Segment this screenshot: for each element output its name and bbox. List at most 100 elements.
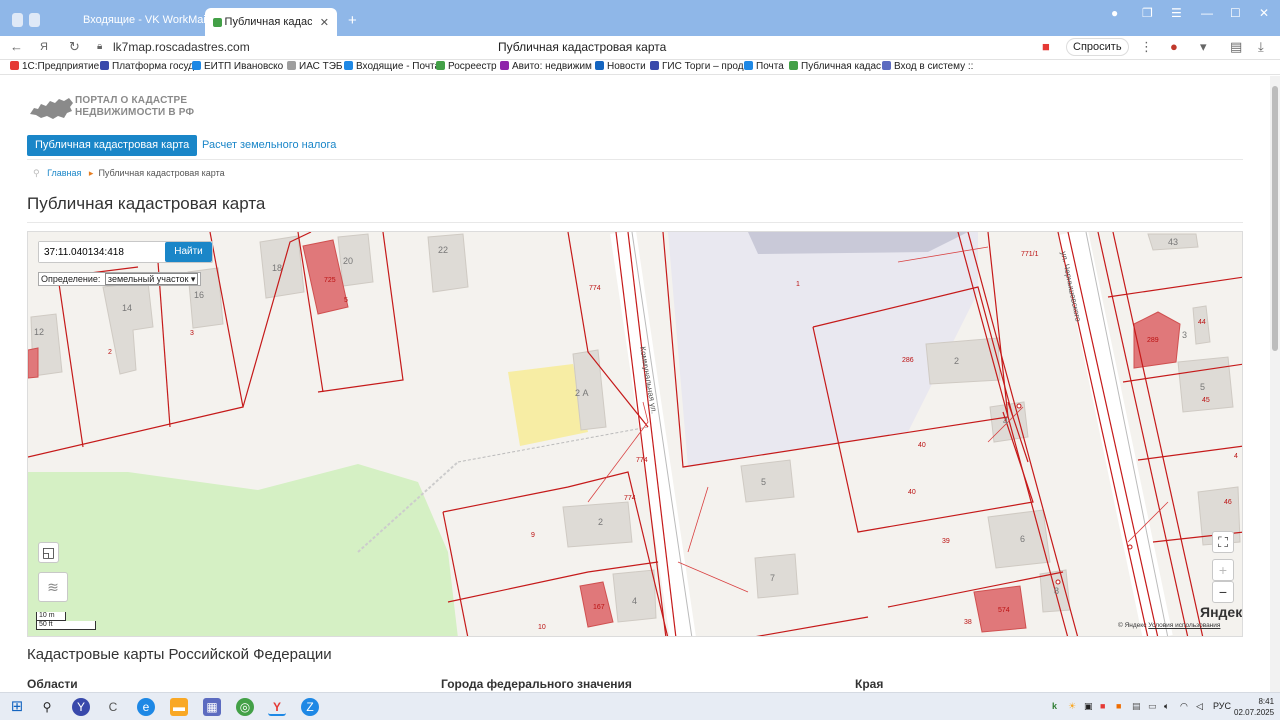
- bookmark-item[interactable]: Входящие - Почта: [344, 61, 440, 72]
- sidebar-icon[interactable]: ▤: [1230, 39, 1242, 55]
- yandex-app-icon[interactable]: Y: [72, 698, 90, 716]
- bookmark-item[interactable]: Новости: [595, 61, 646, 72]
- bookmark-item[interactable]: Платформа госуд: [100, 61, 194, 72]
- folder-icon[interactable]: ▬: [170, 698, 188, 716]
- download-icon[interactable]: ⤓: [1258, 39, 1264, 55]
- logo-text[interactable]: ПОРТАЛ О КАДАСТРЕ НЕДВИЖИМОСТИ В РФ: [75, 95, 194, 119]
- menu-item-cadastral-map[interactable]: Публичная кадастровая карта: [27, 135, 198, 156]
- bookmark-item[interactable]: ЕИТП Ивановско: [192, 61, 283, 72]
- tab-cadastral-map[interactable]: Публичная кадастровая карта ✕: [205, 8, 337, 36]
- volume-icon[interactable]: 🔈︎: [1164, 701, 1169, 712]
- tab-workmail[interactable]: Входящие - VK WorkMail: [72, 8, 208, 32]
- yandex-icon[interactable]: Я: [40, 41, 48, 53]
- map-canvas[interactable]: 18 20 22 16 14 12 43 3 5 2 2 А 4 5 2 6 7…: [28, 232, 1243, 637]
- back-icon[interactable]: ←: [10, 39, 23, 54]
- scale-ft: 50 ft: [36, 621, 96, 630]
- lock-icon: 🔒︎: [97, 41, 103, 52]
- app-icon[interactable]: ▦: [203, 698, 221, 716]
- search-form: Найти: [38, 241, 213, 263]
- window-close-icon[interactable]: ✕: [1259, 6, 1269, 20]
- yandex-browser-icon[interactable]: Y: [268, 698, 286, 716]
- tray-red-icon[interactable]: ■: [1100, 701, 1105, 711]
- tray-sun-icon[interactable]: ☀: [1068, 701, 1076, 712]
- map-label: 2 А: [575, 388, 589, 398]
- fullscreen-icon[interactable]: ⛶: [1212, 531, 1234, 553]
- bookmark-item[interactable]: 1С:Предприятие: [10, 61, 99, 72]
- windows-start-icon[interactable]: ⊞: [8, 698, 26, 716]
- menu-icon[interactable]: ☰: [1171, 6, 1182, 20]
- wifi-icon[interactable]: ◠: [1180, 701, 1188, 712]
- main-menu: Публичная кадастровая карта Расчет земел…: [27, 135, 1243, 160]
- clock[interactable]: 8:41 02.07.2025: [1234, 696, 1274, 718]
- layers-icon[interactable]: ≋: [38, 572, 68, 602]
- bookmark-label: Почта: [756, 61, 784, 72]
- clock-time: 8:41: [1258, 697, 1275, 706]
- ruler-icon[interactable]: ◱: [38, 542, 59, 563]
- browser-icon[interactable]: ◎: [236, 698, 254, 716]
- speaker-icon[interactable]: ◁: [1196, 701, 1203, 712]
- zoom-out-button[interactable]: −: [1212, 581, 1234, 603]
- zoom-icon[interactable]: Z: [301, 698, 319, 716]
- profile-icon[interactable]: ●: [1111, 6, 1118, 20]
- terms-link[interactable]: Условия использования: [1148, 622, 1220, 629]
- maximize-icon[interactable]: ☐: [1230, 6, 1241, 20]
- more-icon[interactable]: ⋮: [1140, 39, 1153, 55]
- zoom-in-button[interactable]: +: [1212, 559, 1234, 581]
- minimize-icon[interactable]: —: [1201, 6, 1213, 20]
- map-label: 286: [902, 357, 914, 364]
- definition-select[interactable]: Определение: земельный участок ▾: [38, 272, 201, 286]
- tray-orange-icon[interactable]: ■: [1116, 701, 1121, 711]
- tab-group-icon[interactable]: [4, 8, 48, 32]
- bookmark-item[interactable]: ИАС ТЭБ: [287, 61, 343, 72]
- new-tab-button[interactable]: +: [340, 8, 360, 32]
- reload-icon[interactable]: ↻: [69, 39, 80, 55]
- ask-button[interactable]: Спросить: [1066, 38, 1129, 56]
- bookmark-icon: [595, 61, 604, 70]
- definition-dropdown[interactable]: земельный участок ▾: [104, 273, 199, 285]
- bookmark-item[interactable]: ГИС Торги – прод: [650, 61, 744, 72]
- section-heading: Кадастровые карты Российской Федерации: [27, 646, 332, 663]
- url-field[interactable]: lk7map.roscadastres.com: [113, 40, 250, 54]
- tray-network-icon[interactable]: ▣: [1084, 701, 1093, 712]
- menu-item-land-tax[interactable]: Расчет земельного налога: [202, 139, 336, 151]
- tray-k-icon[interactable]: k: [1052, 701, 1057, 711]
- road-chernyshevskogo: [1058, 232, 1173, 636]
- pinned-tab-icon[interactable]: [52, 8, 68, 32]
- chevron-right-icon: ▸: [88, 168, 94, 178]
- map-label: 774: [636, 457, 648, 464]
- close-icon[interactable]: ✕: [320, 16, 329, 29]
- map-label: 5: [1200, 382, 1205, 392]
- page-scrollbar[interactable]: [1270, 76, 1280, 692]
- find-button[interactable]: Найти: [165, 242, 212, 262]
- bookmark-item[interactable]: Авито: недвижим: [500, 61, 592, 72]
- map-label: 2: [598, 517, 603, 527]
- breadcrumb-home[interactable]: Главная: [47, 168, 81, 178]
- map-label: 7: [770, 573, 775, 583]
- cadastral-map[interactable]: 18 20 22 16 14 12 43 3 5 2 2 А 4 5 2 6 7…: [27, 231, 1243, 637]
- page-heading: Публичная кадастровая карта: [27, 194, 266, 213]
- map-attribution: © Яндекс Условия использования: [1118, 622, 1220, 629]
- divider: [27, 222, 1243, 223]
- cadastral-number-input[interactable]: [39, 242, 165, 262]
- search-icon[interactable]: ⚲: [38, 698, 56, 716]
- language-indicator[interactable]: РУС: [1213, 701, 1231, 711]
- tray-app-icon[interactable]: ▤: [1132, 701, 1141, 712]
- tray-monitor-icon[interactable]: ▭: [1148, 701, 1157, 712]
- collections-icon[interactable]: ❐: [1142, 6, 1153, 20]
- bookmark-icon[interactable]: ■: [1042, 39, 1050, 54]
- russia-map-logo: [30, 98, 73, 119]
- bookmark-item[interactable]: Почта: [744, 61, 784, 72]
- shield-icon[interactable]: ▾: [1200, 39, 1207, 55]
- bookmark-item[interactable]: Вход в систему ::: [882, 61, 973, 72]
- c-app-icon[interactable]: C: [104, 698, 122, 716]
- breadcrumb: ⚲ Главная ▸ Публичная кадастровая карта: [33, 168, 225, 179]
- tab-label: Публичная кадастровая карта: [224, 16, 312, 28]
- scale-m: 10 m: [36, 612, 66, 621]
- bookmark-item[interactable]: Росреестр: [436, 61, 497, 72]
- map-label: 6: [1020, 534, 1025, 544]
- extension-icon[interactable]: ●: [1170, 39, 1178, 54]
- edge-icon[interactable]: e: [137, 698, 155, 716]
- scroll-thumb[interactable]: [1272, 86, 1278, 351]
- map-label: 289: [1147, 337, 1159, 344]
- bookmark-item[interactable]: Публичная кадас: [789, 61, 881, 72]
